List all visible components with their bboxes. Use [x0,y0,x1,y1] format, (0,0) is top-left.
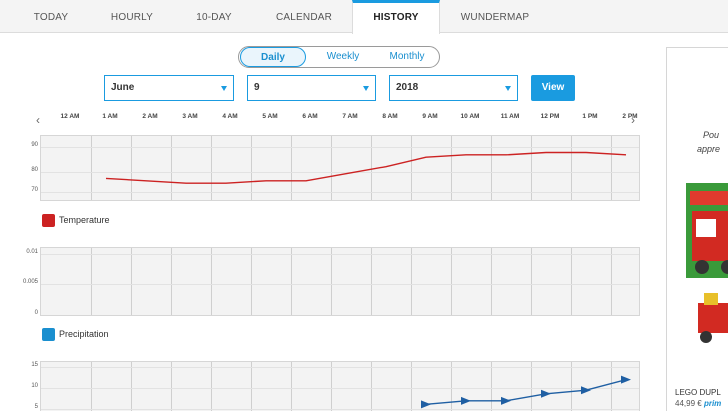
y-tick-label: 70 [31,187,38,194]
y-tick-label: 0 [34,309,38,316]
ad-prime-badge: prim [703,399,722,408]
temperature-legend-label: Temperature [59,215,110,225]
tab-history[interactable]: HISTORY [352,0,440,34]
precipitation-swatch [42,328,55,341]
y-tick-label: 5 [34,403,38,410]
hour-label: 12 PM [540,113,560,120]
chevron-down-icon [221,86,227,91]
year-value: 2018 [396,82,419,93]
precipitation-legend-label: Precipitation [59,329,109,339]
chevron-left-icon[interactable]: ‹ [36,113,40,127]
tab-wundermap[interactable]: WUNDERMAP [440,0,550,33]
hour-label: 6 AM [302,113,318,120]
hour-label: 1 AM [102,113,118,120]
y-tick-label: 80 [31,167,38,174]
chevron-down-icon [363,86,369,91]
y-tick-label: 0.01 [26,249,38,256]
grid-line [41,314,639,315]
hour-label: 8 AM [382,113,398,120]
hour-label: 9 AM [422,113,438,120]
monthly-toggle[interactable]: Monthly [375,47,439,67]
wind-chart [40,361,640,411]
hour-label: 10 AM [460,113,480,120]
series-line [425,378,627,406]
tab-calendar[interactable]: CALENDAR [256,0,352,33]
day-value: 9 [254,82,260,93]
series-line [105,151,627,184]
daily-toggle[interactable]: Daily [240,47,306,67]
ad-text-line1: Pou [703,130,720,140]
hour-label: 2 AM [142,113,158,120]
hour-label: 3 AM [182,113,198,120]
wind-direction-marker [461,396,471,405]
tab-hourly[interactable]: HOURLY [92,0,172,33]
series-line-chart [421,375,631,409]
ad-text-line2: appre [697,144,721,154]
hour-label: 11 AM [500,113,520,120]
y-tick-label: 90 [31,142,38,149]
ad-panel[interactable]: Pou appre LEGO DUPL 44,99 € prim [666,47,728,411]
ad-text: Pou appre [697,128,720,156]
hour-label: 2 PM [622,113,638,120]
hour-label: 1 PM [582,113,598,120]
y-tick-label: 15 [31,361,38,368]
month-value: June [111,82,135,93]
wind-direction-marker [581,386,591,395]
product-image [686,183,728,343]
year-select[interactable]: 2018 [389,75,518,101]
wind-direction-marker [421,400,431,409]
month-select[interactable]: June [104,75,234,101]
temperature-chart [40,135,640,201]
hour-label: 7 AM [342,113,358,120]
wind-direction-marker [541,389,551,398]
y-tick-label: 10 [31,383,38,390]
chevron-down-icon [505,86,511,91]
day-select[interactable]: 9 [247,75,376,101]
series-line-chart [41,248,640,316]
series-line-chart [105,151,627,184]
ad-price-line: 44,99 € prim [675,399,721,408]
tab-bar: TODAY HOURLY 10-DAY CALENDAR HISTORY WUN… [0,0,728,34]
ad-product-name: LEGO DUPL [675,388,721,397]
hour-label: 12 AM [60,113,80,120]
wind-direction-marker [621,375,631,384]
precipitation-chart [40,247,640,316]
period-toggle: Daily Weekly Monthly [238,46,440,68]
hour-label: 5 AM [262,113,278,120]
temperature-swatch [42,214,55,227]
tab-10-day[interactable]: 10-DAY [172,0,256,33]
y-tick-label: 0.005 [22,278,38,285]
view-button[interactable]: View [531,75,575,101]
ad-price: 44,99 € [675,399,702,408]
tab-today[interactable]: TODAY [10,0,92,33]
weekly-toggle[interactable]: Weekly [311,47,375,67]
hour-label: 4 AM [222,113,238,120]
wind-direction-marker [501,396,511,405]
